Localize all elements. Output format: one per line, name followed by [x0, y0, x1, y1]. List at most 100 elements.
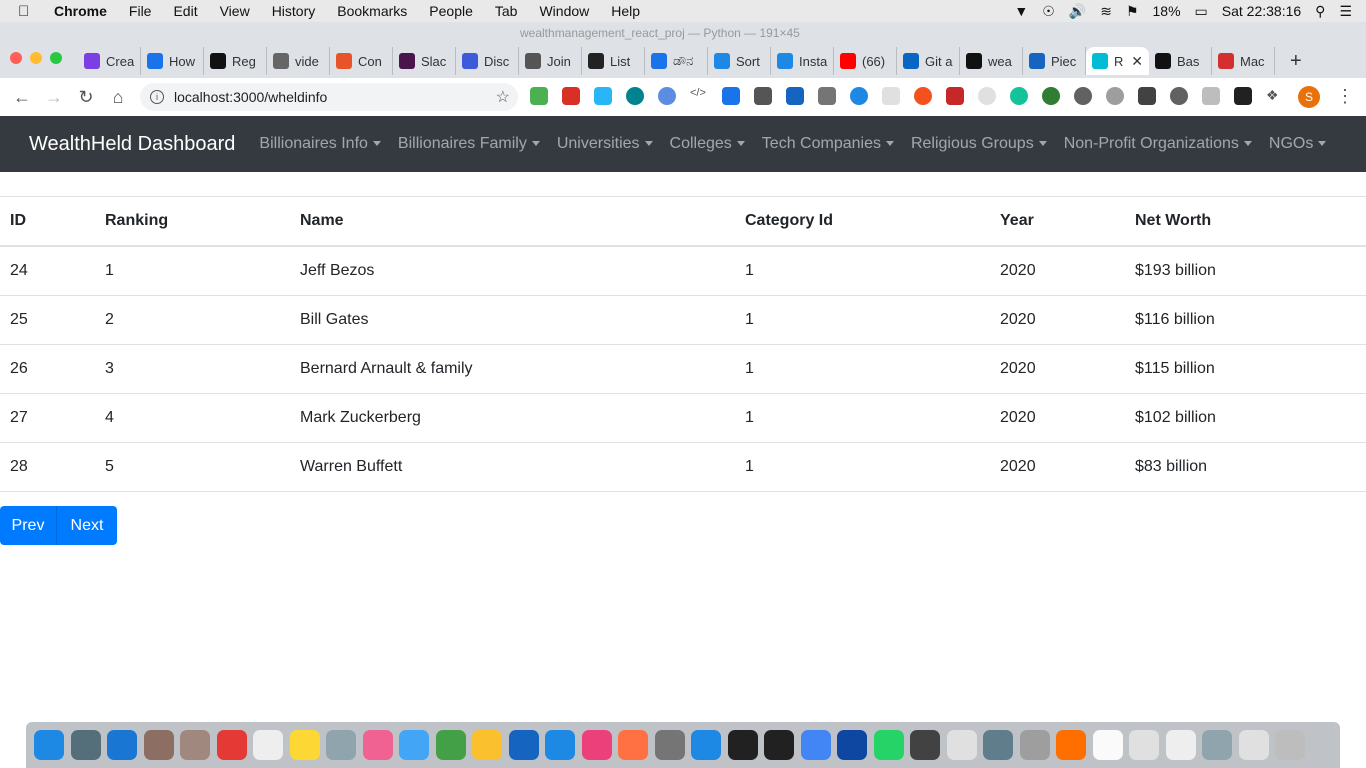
dock-app-icon[interactable]	[1165, 730, 1196, 760]
globe-icon[interactable]	[850, 87, 868, 105]
extension-icon[interactable]	[1106, 87, 1124, 105]
browser-tab[interactable]: (66)	[834, 47, 897, 75]
extension-icon[interactable]	[626, 87, 644, 105]
reload-icon[interactable]: ↻	[76, 87, 96, 108]
back-arrow-icon[interactable]: ←	[12, 87, 32, 108]
nav-dropdown-tech-companies[interactable]: Tech Companies	[762, 135, 894, 153]
bookmark-star-icon[interactable]: ☆	[496, 87, 510, 107]
browser-tab[interactable]: Mac	[1212, 47, 1275, 75]
extension-icon[interactable]	[594, 87, 612, 105]
menu-help[interactable]: Help	[611, 3, 640, 19]
dock-app-icon[interactable]	[472, 730, 502, 760]
code-icon[interactable]: </>	[690, 87, 708, 105]
dock-app-icon[interactable]	[180, 730, 210, 760]
dock-app-icon[interactable]	[1275, 730, 1305, 760]
notification-center-icon[interactable]: ☰	[1339, 3, 1352, 20]
prev-button[interactable]: Prev	[0, 506, 56, 545]
address-bar-url[interactable]: localhost:3000/wheldinfo	[174, 89, 327, 105]
browser-tab[interactable]: wea	[960, 47, 1023, 75]
browser-tab[interactable]: Insta	[771, 47, 834, 75]
menu-file[interactable]: File	[129, 3, 152, 19]
dock-app-icon[interactable]	[1238, 730, 1269, 760]
forward-arrow-icon[interactable]: →	[44, 87, 64, 108]
menu-edit[interactable]: Edit	[173, 3, 197, 19]
maximize-window-button[interactable]	[50, 52, 62, 64]
browser-tab[interactable]: Sort	[708, 47, 771, 75]
close-window-button[interactable]	[10, 52, 22, 64]
extension-icon[interactable]	[786, 87, 804, 105]
speedometer-icon[interactable]	[1074, 87, 1092, 105]
menu-window[interactable]: Window	[539, 3, 589, 19]
gmail-extension-icon[interactable]	[562, 87, 580, 105]
dock-app-icon[interactable]	[289, 730, 320, 760]
nav-dropdown-billionaires-info[interactable]: Billionaires Info	[259, 135, 381, 153]
menu-people[interactable]: People	[429, 3, 473, 19]
dock-app-icon[interactable]	[326, 730, 356, 760]
close-tab-icon[interactable]: ✕	[1131, 53, 1143, 70]
dock-app-icon[interactable]	[70, 730, 101, 760]
dock-app-icon[interactable]	[691, 730, 721, 760]
browser-tab[interactable]: Bas	[1149, 47, 1212, 75]
dock-app-icon[interactable]	[216, 730, 247, 760]
site-info-icon[interactable]: i	[150, 90, 164, 104]
browser-tab[interactable]: Disc	[456, 47, 519, 75]
extension-icon[interactable]	[530, 87, 548, 105]
browser-tab[interactable]: List	[582, 47, 645, 75]
dock-app-icon[interactable]	[654, 730, 685, 760]
extension-icon[interactable]	[818, 87, 836, 105]
nav-dropdown-colleges[interactable]: Colleges	[670, 135, 745, 153]
dock-app-icon[interactable]	[435, 730, 466, 760]
dock-app-icon[interactable]	[764, 730, 794, 760]
dock-app-icon[interactable]	[618, 730, 648, 760]
accessibility-icon[interactable]: ☉	[1042, 3, 1055, 20]
navbar-brand[interactable]: WealthHeld Dashboard	[29, 133, 235, 156]
spotlight-search-icon[interactable]: ⚲	[1315, 3, 1325, 20]
dock-app-icon[interactable]	[34, 730, 64, 760]
home-icon[interactable]: ⌂	[108, 87, 128, 108]
dock-app-icon[interactable]	[1202, 730, 1232, 760]
dock-app-icon[interactable]	[253, 730, 283, 760]
browser-tab[interactable]: ಡೌನ	[645, 47, 708, 75]
extension-icon[interactable]	[1170, 87, 1188, 105]
apple-menu-icon[interactable]: 	[18, 3, 38, 20]
battery-percent[interactable]: 18%	[1153, 3, 1181, 19]
extension-icon[interactable]	[946, 87, 964, 105]
more-menu-icon[interactable]: ⋮	[1336, 86, 1354, 107]
shield-icon[interactable]: ▼	[1014, 3, 1028, 19]
browser-tab[interactable]: Crea	[78, 47, 141, 75]
volume-icon[interactable]: 🔊	[1069, 3, 1086, 20]
menu-app-chrome[interactable]: Chrome	[54, 3, 107, 19]
wifi-icon[interactable]: ≋	[1100, 3, 1112, 20]
extension-icon[interactable]	[1234, 87, 1252, 105]
next-button[interactable]: Next	[56, 506, 117, 545]
extension-icon[interactable]	[1202, 87, 1220, 105]
dock-app-icon[interactable]	[508, 730, 539, 760]
dock-app-icon[interactable]	[1129, 730, 1159, 760]
extension-icon[interactable]	[1138, 87, 1156, 105]
dock-app-icon[interactable]	[545, 730, 575, 760]
nav-dropdown-non-profit-organizations[interactable]: Non-Profit Organizations	[1064, 135, 1252, 153]
browser-tab[interactable]: Join	[519, 47, 582, 75]
browser-tab[interactable]: Git a	[897, 47, 960, 75]
dock-app-icon[interactable]	[800, 730, 831, 760]
nav-dropdown-religious-groups[interactable]: Religious Groups	[911, 135, 1047, 153]
dock-app-icon[interactable]	[946, 730, 977, 760]
dock-app-icon[interactable]	[143, 730, 174, 760]
clock[interactable]: Sat 22:38:16	[1222, 3, 1301, 19]
grammarly-icon[interactable]	[1010, 87, 1028, 105]
menu-view[interactable]: View	[220, 3, 250, 19]
extension-icon[interactable]	[978, 87, 996, 105]
dock-app-icon[interactable]	[1019, 730, 1050, 760]
angular-extension-icon[interactable]	[754, 87, 772, 105]
dock-app-icon[interactable]	[983, 730, 1013, 760]
dock-app-icon[interactable]	[362, 730, 393, 760]
browser-tab[interactable]: Piec	[1023, 47, 1086, 75]
browser-tab[interactable]: How	[141, 47, 204, 75]
menu-history[interactable]: History	[272, 3, 316, 19]
new-tab-button[interactable]: +	[1290, 50, 1302, 73]
extension-icon[interactable]	[1042, 87, 1060, 105]
dock-app-icon[interactable]	[1056, 730, 1086, 760]
nav-dropdown-billionaires-family[interactable]: Billionaires Family	[398, 135, 540, 153]
address-bar[interactable]: i localhost:3000/wheldinfo ☆	[140, 83, 518, 111]
dock-app-icon[interactable]	[581, 730, 612, 760]
